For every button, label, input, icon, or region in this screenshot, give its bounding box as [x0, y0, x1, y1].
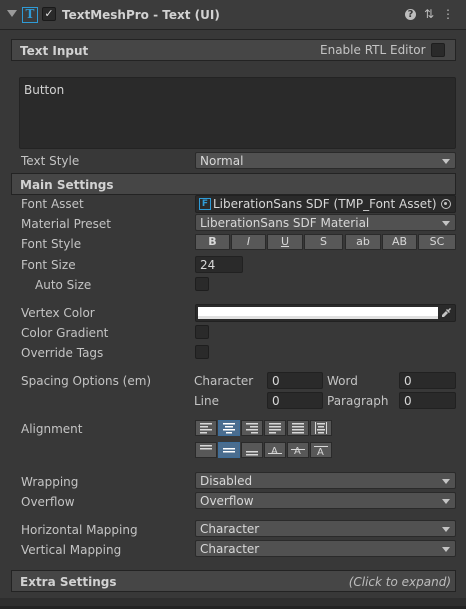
- chevron-down-icon: [442, 221, 450, 226]
- align-bottom-icon[interactable]: [241, 442, 263, 458]
- chevron-down-icon: [442, 499, 450, 504]
- align-left-icon[interactable]: [195, 420, 217, 436]
- extra-settings-hint: (Click to expand): [348, 575, 451, 589]
- component-header[interactable]: T ✓ TextMeshPro - Text (UI) ? ⇅ ⋮: [0, 0, 466, 30]
- vertex-color-label: Vertex Color: [21, 306, 95, 320]
- spacing-options-label: Spacing Options (em): [21, 374, 152, 388]
- help-icon[interactable]: ?: [405, 9, 416, 20]
- line-spacing-label[interactable]: Line: [194, 394, 219, 408]
- overflow-label: Overflow: [21, 495, 75, 509]
- foldout-arrow-icon[interactable]: [7, 10, 17, 17]
- align-capline-icon[interactable]: A: [310, 442, 332, 458]
- presets-icon[interactable]: ⇅: [422, 7, 436, 21]
- wrapping-label: Wrapping: [21, 475, 79, 489]
- rtl-editor-toggle[interactable]: [431, 43, 445, 57]
- text-style-value: Normal: [200, 154, 244, 168]
- text-input-value: Button: [24, 83, 65, 97]
- auto-size-label: Auto Size: [35, 278, 92, 292]
- font-asset-value: LiberationSans SDF (TMP_Font Asset): [213, 197, 437, 211]
- chevron-down-icon: [442, 159, 450, 164]
- text-style-label: Text Style: [21, 154, 80, 168]
- line-spacing-field[interactable]: 0: [267, 392, 323, 409]
- vertex-color-field[interactable]: [195, 304, 456, 322]
- svg-text:A: A: [294, 446, 301, 456]
- paragraph-spacing-value: 0: [404, 394, 412, 408]
- svg-text:A: A: [271, 446, 278, 456]
- font-asset-field[interactable]: F LiberationSans SDF (TMP_Font Asset): [195, 195, 456, 213]
- material-preset-dropdown[interactable]: LiberationSans SDF Material: [195, 214, 456, 231]
- wrapping-value: Disabled: [200, 474, 253, 488]
- align-middle-icon[interactable]: [218, 442, 240, 458]
- font-style-italic-button[interactable]: I: [231, 234, 266, 250]
- font-style-uppercase-button[interactable]: AB: [382, 234, 417, 250]
- font-size-field[interactable]: 24: [195, 256, 243, 273]
- font-style-bold-button[interactable]: B: [195, 234, 230, 250]
- horizontal-mapping-dropdown[interactable]: Character: [195, 520, 456, 537]
- inspector-bottom-border: [0, 598, 466, 609]
- paragraph-spacing-label[interactable]: Paragraph: [327, 394, 388, 408]
- word-spacing-label[interactable]: Word: [327, 374, 358, 388]
- horizontal-mapping-value: Character: [200, 522, 260, 536]
- main-settings-section-header[interactable]: Main Settings: [11, 173, 456, 195]
- font-style-label: Font Style: [21, 237, 82, 251]
- text-style-dropdown[interactable]: Normal: [195, 152, 456, 169]
- color-gradient-label: Color Gradient: [21, 326, 109, 340]
- font-style-smallcaps-button[interactable]: SC: [418, 234, 456, 250]
- font-style-lowercase-button[interactable]: ab: [345, 234, 381, 250]
- horizontal-mapping-label: Horizontal Mapping: [21, 523, 138, 537]
- auto-size-toggle[interactable]: [195, 277, 209, 291]
- context-menu-icon[interactable]: ⋮: [441, 7, 455, 21]
- material-preset-label: Material Preset: [21, 217, 111, 231]
- align-flush-icon[interactable]: [287, 420, 309, 436]
- font-size-value: 24: [200, 258, 216, 272]
- wrapping-dropdown[interactable]: Disabled: [195, 472, 456, 489]
- align-top-icon[interactable]: [195, 442, 217, 458]
- font-style-strikethrough-button[interactable]: S: [304, 234, 343, 250]
- object-picker-icon[interactable]: [441, 199, 451, 209]
- chevron-down-icon: [442, 527, 450, 532]
- word-spacing-value: 0: [404, 374, 412, 388]
- font-size-label: Font Size: [21, 258, 76, 272]
- extra-settings-section-title: Extra Settings: [20, 575, 117, 589]
- extra-settings-section-header[interactable]: Extra Settings (Click to expand): [11, 570, 456, 592]
- override-tags-toggle[interactable]: [195, 345, 209, 359]
- color-gradient-toggle[interactable]: [195, 325, 209, 339]
- font-asset-icon: F: [199, 198, 211, 210]
- font-asset-label: Font Asset: [21, 197, 84, 211]
- alignment-label: Alignment: [21, 422, 83, 436]
- component-title: TextMeshPro - Text (UI): [62, 8, 220, 22]
- align-baseline-icon[interactable]: A: [264, 442, 286, 458]
- align-justified-icon[interactable]: [264, 420, 286, 436]
- vertical-mapping-dropdown[interactable]: Character: [195, 540, 456, 557]
- line-spacing-value: 0: [272, 394, 280, 408]
- override-tags-label: Override Tags: [21, 346, 104, 360]
- vertical-mapping-value: Character: [200, 542, 260, 556]
- eyedropper-icon[interactable]: [440, 307, 452, 319]
- align-geometry-center-icon[interactable]: [310, 420, 332, 436]
- align-center-icon[interactable]: [218, 420, 240, 436]
- paragraph-spacing-field[interactable]: 0: [399, 392, 456, 409]
- character-spacing-value: 0: [272, 374, 280, 388]
- character-spacing-label[interactable]: Character: [194, 374, 253, 388]
- vertical-mapping-label: Vertical Mapping: [21, 543, 122, 557]
- material-preset-value: LiberationSans SDF Material: [200, 216, 370, 230]
- textmeshpro-icon: T: [22, 7, 38, 23]
- font-style-underline-button[interactable]: U: [267, 234, 303, 250]
- chevron-down-icon: [442, 479, 450, 484]
- word-spacing-field[interactable]: 0: [399, 372, 456, 389]
- component-enabled-checkbox[interactable]: ✓: [42, 7, 56, 21]
- align-midline-icon[interactable]: A: [287, 442, 309, 458]
- vertex-color-swatch[interactable]: [198, 307, 438, 319]
- text-input-area[interactable]: Button: [19, 77, 456, 149]
- overflow-dropdown[interactable]: Overflow: [195, 492, 456, 509]
- text-input-section-title: Text Input: [20, 44, 89, 58]
- main-settings-section-title: Main Settings: [20, 178, 114, 192]
- chevron-down-icon: [442, 547, 450, 552]
- overflow-value: Overflow: [200, 494, 254, 508]
- svg-text:A: A: [317, 447, 324, 456]
- align-right-icon[interactable]: [241, 420, 263, 436]
- rtl-editor-label: Enable RTL Editor: [320, 43, 426, 57]
- character-spacing-field[interactable]: 0: [267, 372, 323, 389]
